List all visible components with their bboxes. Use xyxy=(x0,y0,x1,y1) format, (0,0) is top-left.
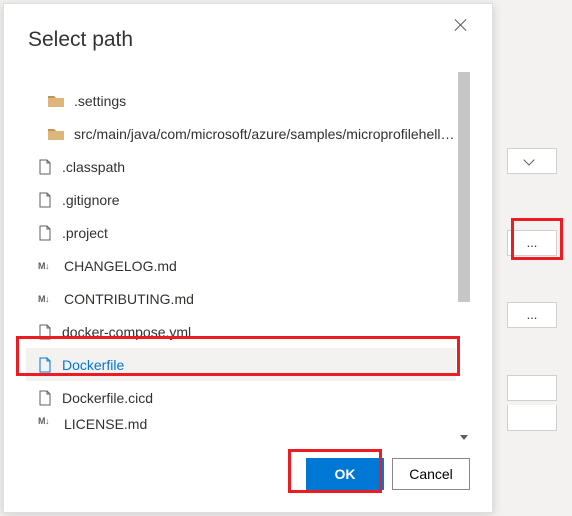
tree-row-file[interactable]: .gitignore xyxy=(26,183,456,216)
item-label: CONTRIBUTING.md xyxy=(64,291,194,307)
markdown-icon: M↓ xyxy=(38,416,54,426)
background-browse-button-2[interactable]: ... xyxy=(507,302,557,328)
markdown-icon: M↓ xyxy=(38,294,54,304)
file-icon xyxy=(38,159,52,175)
background-textarea[interactable] xyxy=(507,375,557,401)
file-icon xyxy=(38,357,52,373)
ok-button[interactable]: OK xyxy=(306,458,384,490)
dialog-header: Select path xyxy=(4,4,492,62)
tree-row-file[interactable]: M↓ CHANGELOG.md xyxy=(26,249,456,282)
item-label: src/main/java/com/microsoft/azure/sample… xyxy=(74,126,456,142)
item-label: LICENSE.md xyxy=(64,416,147,432)
scrollbar[interactable] xyxy=(458,72,470,440)
background-browse-button-1[interactable]: ... xyxy=(507,230,557,256)
dialog-title: Select path xyxy=(28,28,133,52)
scrollbar-thumb[interactable] xyxy=(458,72,470,302)
chevron-down-icon xyxy=(523,154,534,165)
dialog-footer: OK Cancel xyxy=(4,444,492,512)
tree-row-file[interactable]: M↓ LICENSE.md xyxy=(26,414,456,434)
markdown-icon: M↓ xyxy=(38,261,54,271)
tree-row-file[interactable]: .project xyxy=(26,216,456,249)
item-label: CHANGELOG.md xyxy=(64,258,177,274)
close-icon[interactable] xyxy=(454,18,468,32)
file-icon xyxy=(38,192,52,208)
tree-row-partial[interactable] xyxy=(26,68,456,84)
item-label: .project xyxy=(62,225,108,241)
tree-row-file-selected[interactable]: Dockerfile xyxy=(26,348,456,381)
folder-icon xyxy=(48,127,64,141)
file-icon xyxy=(38,324,52,340)
tree-row-file[interactable]: M↓ CONTRIBUTING.md xyxy=(26,282,456,315)
file-list[interactable]: .settings src/main/java/com/microsoft/az… xyxy=(26,68,456,444)
tree-row-folder[interactable]: src/main/java/com/microsoft/azure/sample… xyxy=(26,117,456,150)
scroll-down-icon[interactable] xyxy=(460,435,468,440)
tree-row-file[interactable]: docker-compose.yml xyxy=(26,315,456,348)
file-icon xyxy=(38,225,52,241)
background-dropdown[interactable] xyxy=(507,148,557,174)
tree-row-folder[interactable]: .settings xyxy=(26,84,456,117)
folder-icon xyxy=(48,94,64,108)
item-label: docker-compose.yml xyxy=(62,324,191,340)
cancel-button[interactable]: Cancel xyxy=(392,458,470,490)
item-label: .settings xyxy=(74,93,126,109)
item-label: .classpath xyxy=(62,159,125,175)
tree-row-file[interactable]: Dockerfile.cicd xyxy=(26,381,456,414)
tree-row-file[interactable]: .classpath xyxy=(26,150,456,183)
background-textarea-part xyxy=(507,405,557,431)
item-label: .gitignore xyxy=(62,192,120,208)
file-icon xyxy=(38,390,52,406)
item-label: Dockerfile.cicd xyxy=(62,390,153,406)
file-tree-panel: .settings src/main/java/com/microsoft/az… xyxy=(26,68,470,444)
select-path-dialog: Select path .settings src/main/java/com/… xyxy=(3,3,493,513)
item-label: Dockerfile xyxy=(62,357,124,373)
